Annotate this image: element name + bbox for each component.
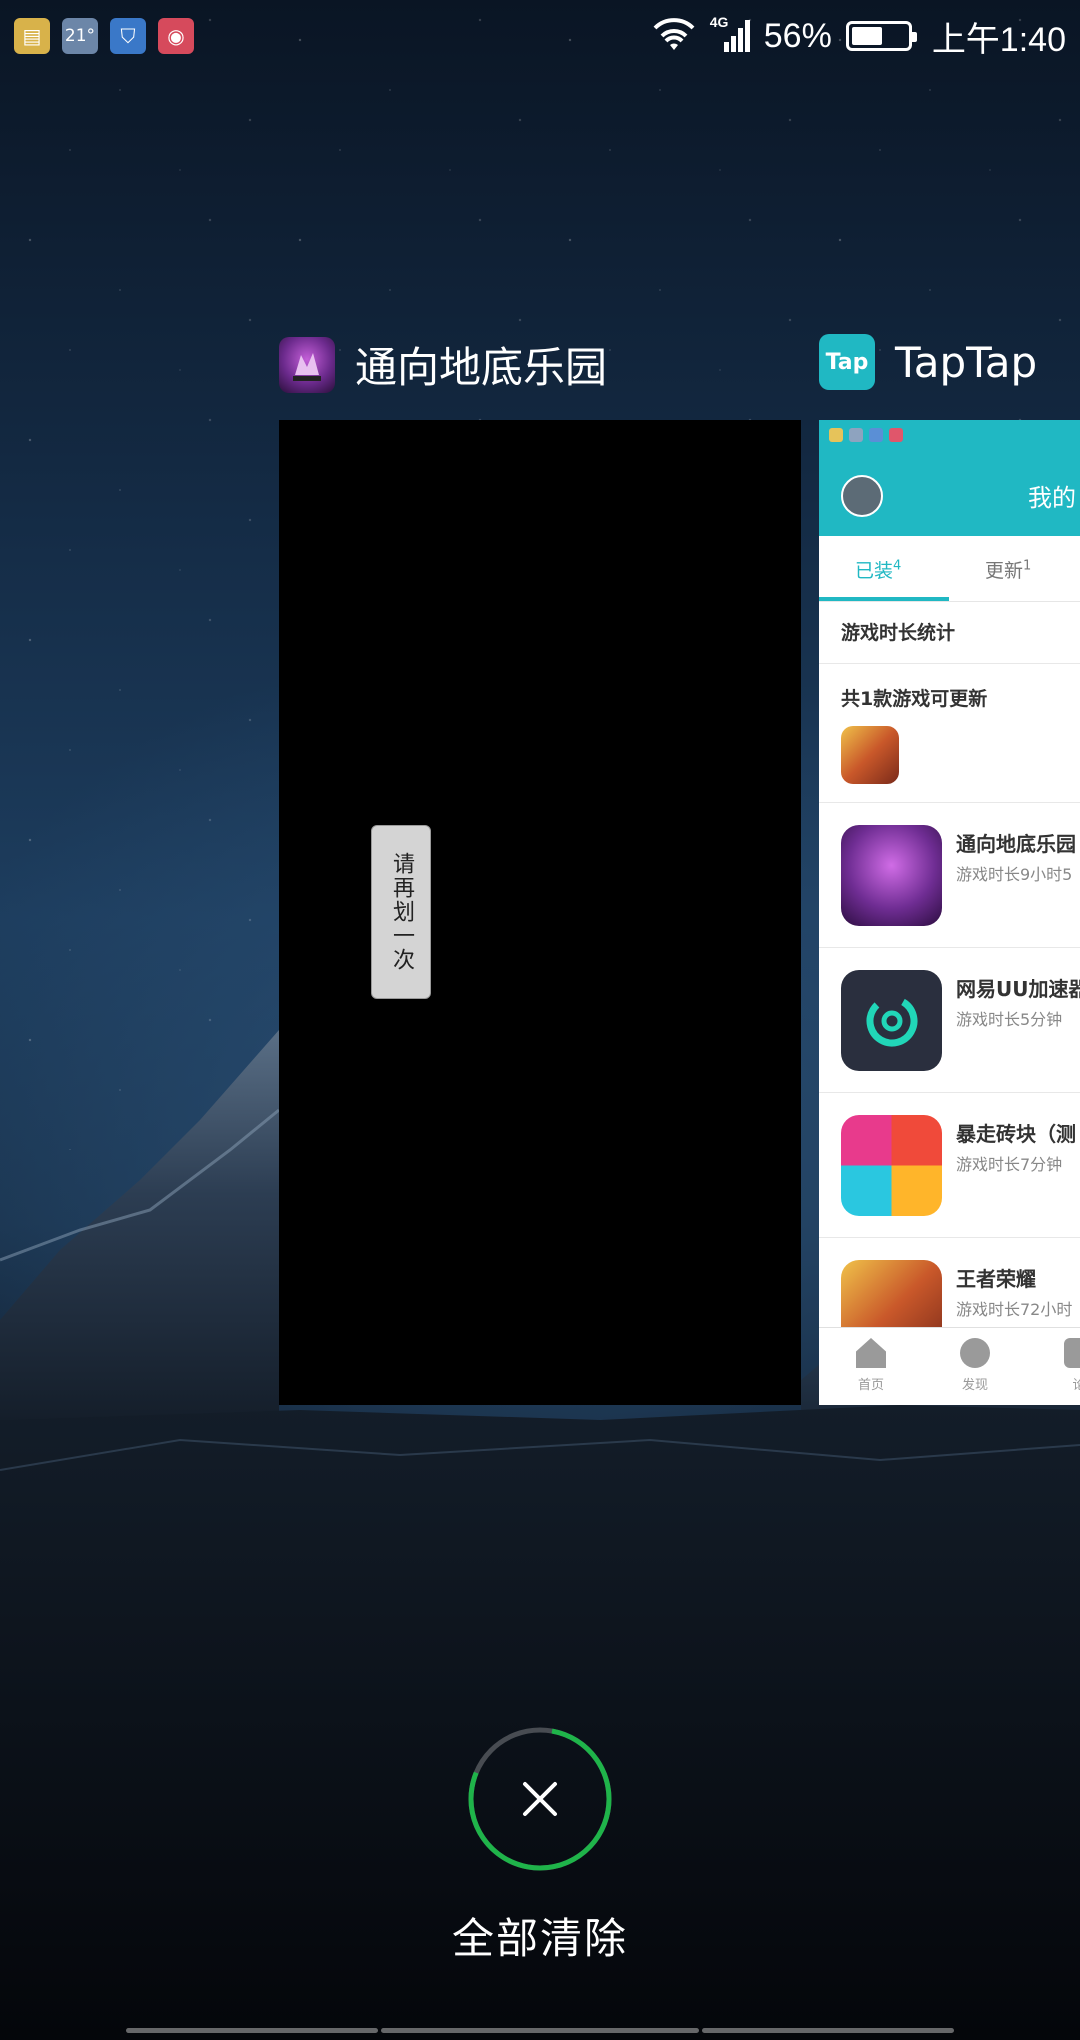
game-name: 王者荣耀 bbox=[956, 1267, 1036, 1291]
recent-app-card-game[interactable]: 请再划一次 bbox=[279, 420, 801, 1405]
recent-app-title-1: 通向地底乐园 bbox=[355, 343, 608, 392]
playtime-stats-section: 游戏时长统计 bbox=[819, 602, 1080, 664]
game-app-icon bbox=[279, 336, 335, 393]
game-playtime: 游戏时长7分钟 bbox=[956, 1155, 1063, 1174]
brick-game-icon bbox=[841, 1115, 942, 1216]
tab-updates-count: 1 bbox=[1023, 558, 1032, 574]
taptap-icon-text: Tap bbox=[825, 349, 869, 375]
game-playtime: 游戏时长9小时5 bbox=[956, 865, 1073, 884]
forum-icon bbox=[1064, 1338, 1080, 1368]
compass-icon bbox=[960, 1338, 990, 1368]
game-coaster-icon bbox=[841, 825, 942, 926]
nav-segment bbox=[381, 2028, 699, 2033]
list-item: 暴走砖块（测 游戏时长7分钟 bbox=[819, 1092, 1080, 1237]
home-icon bbox=[856, 1338, 886, 1368]
list-item: 网易UU加速器 游戏时长5分钟 bbox=[819, 947, 1080, 1092]
navigation-bar bbox=[0, 2028, 1080, 2034]
game-name: 暴走砖块（测 bbox=[956, 1122, 1076, 1146]
nav-forum: 论 bbox=[1049, 1338, 1080, 1393]
nav-segment bbox=[702, 2028, 954, 2033]
tab-updates: 更新1 bbox=[985, 556, 1031, 583]
temperature-icon: 21° bbox=[62, 18, 98, 54]
nav-segment bbox=[126, 2028, 378, 2033]
recent-app-header-1[interactable]: 通向地底乐园 bbox=[279, 334, 607, 395]
nav-forum-label: 论 bbox=[1072, 1378, 1080, 1393]
game-playtime: 游戏时长72小时 bbox=[956, 1300, 1073, 1319]
battery-fill bbox=[851, 27, 883, 45]
game-name: 通向地底乐园 bbox=[956, 832, 1076, 856]
avatar bbox=[841, 475, 883, 517]
tab-underline bbox=[819, 597, 949, 601]
signal-icon: 4G bbox=[710, 14, 750, 54]
update-section: 共1款游戏可更新 bbox=[819, 664, 1080, 802]
tab-installed: 已装4 bbox=[855, 556, 901, 583]
folder-icon: ▤ bbox=[14, 18, 50, 54]
nav-home: 首页 bbox=[841, 1338, 901, 1393]
nav-discover-label: 发现 bbox=[961, 1378, 988, 1393]
nav-home-label: 首页 bbox=[857, 1378, 884, 1393]
mini-status-icons bbox=[829, 428, 903, 442]
wifi-icon bbox=[653, 18, 695, 50]
game-playtime: 游戏时长5分钟 bbox=[956, 1010, 1063, 1029]
close-icon bbox=[523, 1782, 557, 1816]
notification-icons: ▤ 21° ⛉ ◉ bbox=[14, 18, 194, 54]
taptap-header: 我的 bbox=[819, 420, 1080, 536]
recent-app-title-2: TapTap bbox=[895, 337, 1038, 387]
clear-all-label: 全部清除 bbox=[451, 1914, 628, 1963]
nav-discover: 发现 bbox=[945, 1338, 1005, 1393]
shield-icon: ⛉ bbox=[110, 18, 146, 54]
tab-updates-label: 更新 bbox=[985, 560, 1024, 582]
playtime-stats-label: 游戏时长统计 bbox=[841, 622, 956, 644]
update-label: 共1款游戏可更新 bbox=[841, 688, 988, 710]
game-name: 网易UU加速器 bbox=[956, 977, 1080, 1001]
uu-accelerator-icon bbox=[841, 970, 942, 1071]
recent-app-card-taptap[interactable]: 我的 已装4 更新1 游戏时长统计 共1款游戏可更新 通向地底乐园 游戏时长9小… bbox=[819, 420, 1080, 1405]
clear-all-button[interactable] bbox=[467, 1726, 613, 1872]
recent-app-header-2[interactable]: Tap TapTap bbox=[819, 334, 1037, 390]
taptap-tabs: 已装4 更新1 bbox=[819, 536, 1080, 602]
battery-percent: 56% bbox=[763, 16, 832, 55]
taptap-page-title: 我的 bbox=[1028, 484, 1076, 512]
clock: 上午1:40 bbox=[931, 20, 1066, 59]
status-bar: ▤ 21° ⛉ ◉ 4G 56% 上午1:40 bbox=[0, 0, 1080, 72]
record-icon: ◉ bbox=[158, 18, 194, 54]
toast-message: 请再划一次 bbox=[371, 825, 431, 999]
king-of-glory-small-icon bbox=[841, 726, 899, 784]
taptap-bottom-nav: 首页 发现 论 bbox=[819, 1327, 1080, 1405]
taptap-app-icon: Tap bbox=[819, 334, 875, 390]
list-item: 通向地底乐园 游戏时长9小时5 bbox=[819, 802, 1080, 947]
tab-installed-count: 4 bbox=[893, 558, 902, 574]
tab-installed-label: 已装 bbox=[855, 560, 894, 582]
battery-icon bbox=[845, 21, 917, 51]
